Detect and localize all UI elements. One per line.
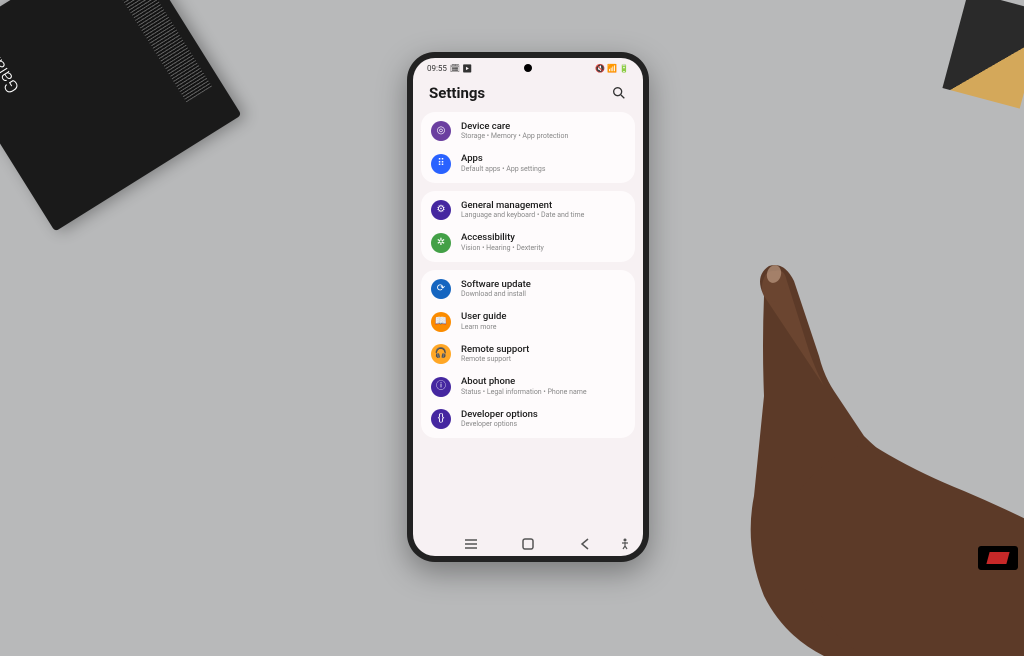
remote-support-icon: 🎧	[431, 344, 451, 364]
icon-glyph: ⚙	[437, 205, 446, 215]
phone-screen: 09:55 🗓 ▶ 🔇 📶 🔋 Settings ◎ Device careSto…	[413, 58, 643, 556]
icon-glyph: 📖	[435, 317, 447, 327]
status-right-icons: 🔇 📶 🔋	[595, 64, 629, 73]
item-text: AppsDefault apps • App settings	[461, 153, 625, 173]
item-text: Developer optionsDeveloper options	[461, 409, 625, 429]
settings-group: ◎ Device careStorage • Memory • App prote…	[421, 112, 635, 183]
item-subtitle: Developer options	[461, 420, 625, 429]
accessibility-nav-button[interactable]	[617, 536, 633, 552]
settings-list: ◎ Device careStorage • Memory • App prote…	[413, 112, 643, 438]
settings-item-accessibility[interactable]: ✲ AccessibilityVision • Hearing • Dexteri…	[421, 226, 635, 258]
phone-frame: 09:55 🗓 ▶ 🔇 📶 🔋 Settings ◎ Device careSto…	[407, 52, 649, 562]
settings-item-about-phone[interactable]: ⓘ About phoneStatus • Legal information •…	[421, 370, 635, 402]
settings-item-user-guide[interactable]: 📖 User guideLearn more	[421, 305, 635, 337]
item-subtitle: Learn more	[461, 323, 625, 332]
software-update-icon: ⟳	[431, 279, 451, 299]
accessibility-icon: ✲	[431, 233, 451, 253]
search-button[interactable]	[611, 85, 627, 101]
about-phone-icon: ⓘ	[431, 377, 451, 397]
item-title: Accessibility	[461, 232, 625, 243]
item-text: Remote supportRemote support	[461, 344, 625, 364]
item-title: General management	[461, 200, 625, 211]
item-text: About phoneStatus • Legal information • …	[461, 376, 625, 396]
camera-hole	[524, 64, 532, 72]
icon-glyph: ◎	[437, 126, 446, 136]
user-guide-icon: 📖	[431, 312, 451, 332]
apps-icon: ⠿	[431, 154, 451, 174]
item-subtitle: Default apps • App settings	[461, 165, 625, 174]
back-button[interactable]	[577, 536, 593, 552]
icon-glyph: 🎧	[435, 349, 447, 359]
settings-item-developer-options[interactable]: {} Developer optionsDeveloper options	[421, 403, 635, 435]
settings-item-general-management[interactable]: ⚙ General managementLanguage and keyboard…	[421, 194, 635, 226]
settings-item-remote-support[interactable]: 🎧 Remote supportRemote support	[421, 338, 635, 370]
item-subtitle: Storage • Memory • App protection	[461, 132, 625, 141]
general-mgmt-icon: ⚙	[431, 200, 451, 220]
desk-object	[942, 0, 1024, 109]
item-text: Device careStorage • Memory • App protec…	[461, 121, 625, 141]
hand	[624, 216, 1024, 656]
item-text: User guideLearn more	[461, 311, 625, 331]
settings-item-apps[interactable]: ⠿ AppsDefault apps • App settings	[421, 147, 635, 179]
status-left-icons: 🗓 ▶	[450, 64, 472, 73]
page-title: Settings	[429, 84, 485, 102]
recents-button[interactable]	[463, 536, 479, 552]
settings-group: ⟳ Software updateDownload and install 📖 Use…	[421, 270, 635, 438]
home-button[interactable]	[520, 536, 536, 552]
developer-options-icon: {}	[431, 409, 451, 429]
item-title: Apps	[461, 153, 625, 164]
item-subtitle: Download and install	[461, 290, 625, 299]
item-text: General managementLanguage and keyboard …	[461, 200, 625, 220]
item-title: Developer options	[461, 409, 625, 420]
settings-header: Settings	[413, 76, 643, 112]
navigation-bar	[413, 532, 643, 556]
item-subtitle: Status • Legal information • Phone name	[461, 388, 625, 397]
item-title: About phone	[461, 376, 625, 387]
settings-item-device-care[interactable]: ◎ Device careStorage • Memory • App prote…	[421, 115, 635, 147]
item-title: Software update	[461, 279, 625, 290]
device-care-icon: ◎	[431, 121, 451, 141]
item-subtitle: Remote support	[461, 355, 625, 364]
barcode	[102, 0, 212, 102]
item-text: AccessibilityVision • Hearing • Dexterit…	[461, 232, 625, 252]
icon-glyph: ⠿	[437, 159, 444, 169]
item-title: Remote support	[461, 344, 625, 355]
icon-glyph: ⟳	[437, 284, 445, 294]
product-box-label: Galaxy S25 Ultra	[0, 0, 24, 97]
status-time: 09:55	[427, 64, 447, 73]
item-text: Software updateDownload and install	[461, 279, 625, 299]
icon-glyph: ⓘ	[436, 382, 446, 392]
item-subtitle: Language and keyboard • Date and time	[461, 211, 625, 220]
icon-glyph: ✲	[437, 238, 445, 248]
settings-group: ⚙ General managementLanguage and keyboard…	[421, 191, 635, 262]
search-icon	[611, 85, 627, 101]
item-subtitle: Vision • Hearing • Dexterity	[461, 244, 625, 253]
settings-item-software-update[interactable]: ⟳ Software updateDownload and install	[421, 273, 635, 305]
item-title: Device care	[461, 121, 625, 132]
icon-glyph: {}	[438, 414, 445, 424]
watermark-badge	[978, 546, 1018, 570]
item-title: User guide	[461, 311, 625, 322]
product-box: Galaxy S25 Ultra	[0, 0, 242, 232]
